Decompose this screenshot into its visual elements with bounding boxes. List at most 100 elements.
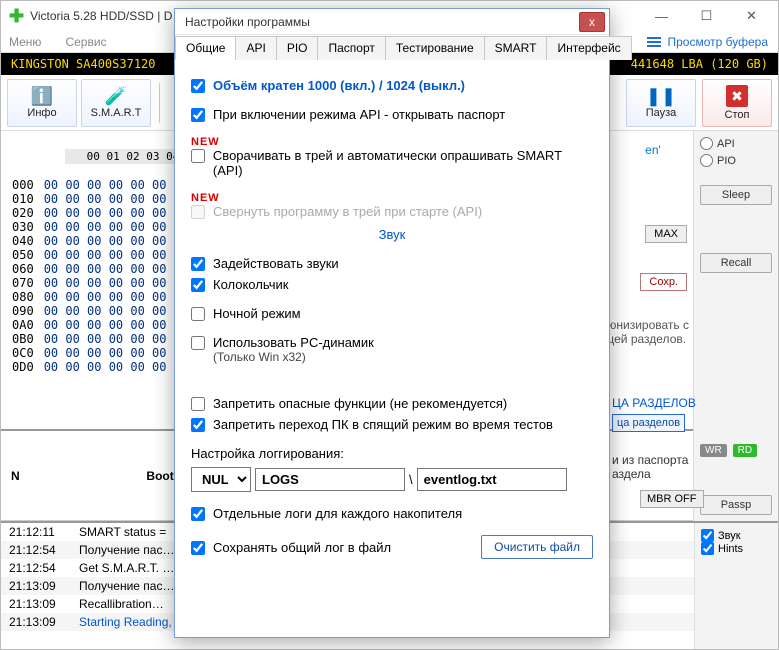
cb-forbid-danger-input[interactable] <box>191 397 205 411</box>
sliver-en: en' <box>612 143 694 157</box>
smart-icon: 🧪 <box>105 87 127 105</box>
radio-pio-label: PIO <box>717 155 736 167</box>
device-name: KINGSTON SA400S37120 <box>11 57 156 71</box>
hex-offset: 060 <box>7 262 39 276</box>
logging-row: NUL \ <box>191 467 593 492</box>
log-time: 21:13:09 <box>1 613 71 631</box>
cb-pcspk[interactable]: Использовать PC-динамик <box>191 335 593 350</box>
hex-offset: 030 <box>7 220 39 234</box>
dialog-titlebar: Настройки программы x <box>175 9 609 35</box>
tab-passport[interactable]: Паспорт <box>317 36 385 60</box>
right-sidebar: API PIO Sleep Recall WR RD Passp <box>694 131 778 521</box>
cb-forbid-sleep-label: Запретить переход ПК в спящий режим во в… <box>213 417 553 432</box>
toolbar-smart-button[interactable]: 🧪 S.M.A.R.T <box>81 79 151 127</box>
hex-row: 09000 00 00 00 00 00 <box>7 304 172 318</box>
radio-api[interactable]: API <box>700 137 772 150</box>
minimize-button[interactable]: — <box>639 2 684 30</box>
cb-pcspk-group: Использовать PC-динамик (Только Win x32) <box>191 335 593 364</box>
wr-badge: WR <box>700 444 727 457</box>
clear-file-button[interactable]: Очистить файл <box>481 535 593 559</box>
hex-row: 01000 00 00 00 00 00 <box>7 192 172 206</box>
close-button[interactable]: ✕ <box>729 2 774 30</box>
sliver-en-text: en' <box>612 143 694 157</box>
col-n[interactable]: N <box>1 431 136 521</box>
cb-forbid-sleep[interactable]: Запретить переход ПК в спящий режим во в… <box>191 417 593 432</box>
cb-tray-start-input <box>191 205 205 219</box>
cb-hints-input[interactable] <box>701 542 714 555</box>
cb-sound-input[interactable] <box>701 529 714 542</box>
new-tag-2: NEW <box>191 192 593 204</box>
hex-bytes: 00 00 00 00 00 00 <box>39 262 172 276</box>
sliver-passport-2: аздела <box>612 467 688 481</box>
menu-item-view-buffer[interactable]: Просмотр буфера <box>647 35 768 49</box>
hex-offset: 090 <box>7 304 39 318</box>
hex-bytes: 00 00 00 00 00 00 <box>39 192 172 206</box>
log-side: Звук Hints <box>694 523 778 649</box>
tab-api[interactable]: API <box>235 36 276 60</box>
cb-forbid-sleep-input[interactable] <box>191 418 205 432</box>
dialog-body: Объём кратен 1000 (вкл.) / 1024 (выкл.) … <box>175 60 609 637</box>
hex-bytes: 00 00 00 00 00 00 <box>39 332 172 346</box>
tab-interface[interactable]: Интерфейс <box>546 36 631 60</box>
cb-tray-smart[interactable]: Сворачивать в трей и автоматически опраш… <box>191 148 593 178</box>
cb-pcspk-input[interactable] <box>191 336 205 350</box>
info-icon: ℹ️ <box>31 87 53 105</box>
hex-offset: 080 <box>7 290 39 304</box>
toolbar-separator <box>159 83 160 123</box>
toolbar-stop-button[interactable]: ✖ Стоп <box>702 79 772 127</box>
cb-pcspk-sub: (Только Win x32) <box>213 350 593 364</box>
log-time: 21:13:09 <box>1 577 71 595</box>
cb-tray-start-label: Свернуть программу в трей при старте (AP… <box>213 204 482 219</box>
hex-offset: 0D0 <box>7 360 39 374</box>
cb-volume-1000-input[interactable] <box>191 79 205 93</box>
log-file-input[interactable] <box>417 468 567 491</box>
cb-night-mode[interactable]: Ночной режим <box>191 306 593 321</box>
hex-row: 0B000 00 00 00 00 00 <box>7 332 172 346</box>
cb-forbid-danger[interactable]: Запретить опасные функции (не рекомендуе… <box>191 396 593 411</box>
tab-testing[interactable]: Тестирование <box>385 36 485 60</box>
log-time: 21:12:54 <box>1 559 71 577</box>
cb-open-passport-input[interactable] <box>191 108 205 122</box>
sound-heading: Звук <box>191 227 593 242</box>
cb-save-common[interactable]: Сохранять общий лог в файл <box>191 540 391 555</box>
cb-hints-label: Hints <box>718 543 743 555</box>
radio-api-input[interactable] <box>700 137 713 150</box>
tab-general[interactable]: Общие <box>175 36 236 60</box>
mbr-off-button[interactable]: MBR OFF <box>640 490 704 508</box>
radio-api-label: API <box>717 138 735 150</box>
maximize-button[interactable]: ☐ <box>684 2 729 30</box>
toolbar-pause-button[interactable]: ❚❚ Пауза <box>626 79 696 127</box>
recall-button[interactable]: Recall <box>700 253 772 273</box>
cb-open-passport[interactable]: При включении режима API - открывать пас… <box>191 107 593 122</box>
dialog-title: Настройки программы <box>185 15 579 29</box>
menu-item-service[interactable]: Сервис <box>65 35 106 49</box>
log-target-select[interactable]: NUL <box>191 467 251 492</box>
cb-tray-smart-input[interactable] <box>191 149 205 163</box>
cb-enable-sounds-input[interactable] <box>191 257 205 271</box>
cb-save-common-input[interactable] <box>191 541 205 555</box>
cb-separate-logs-input[interactable] <box>191 507 205 521</box>
toolbar-info-button[interactable]: ℹ️ Инфо <box>7 79 77 127</box>
cb-volume-1000[interactable]: Объём кратен 1000 (вкл.) / 1024 (выкл.) <box>191 78 593 93</box>
cb-bell[interactable]: Колокольчик <box>191 277 593 292</box>
toolbar-pause-label: Пауза <box>646 107 677 119</box>
max-button[interactable]: MAX <box>645 225 687 243</box>
cb-sound[interactable]: Звук <box>701 529 772 542</box>
sliver-partition-button[interactable]: ца разделов <box>612 414 685 432</box>
passp-button[interactable]: Passp <box>700 495 772 515</box>
cb-bell-input[interactable] <box>191 278 205 292</box>
hex-offset: 070 <box>7 276 39 290</box>
menu-item-menu[interactable]: Меню <box>9 35 41 49</box>
log-dir-input[interactable] <box>255 468 405 491</box>
cb-night-mode-input[interactable] <box>191 307 205 321</box>
tab-pio[interactable]: PIO <box>276 36 319 60</box>
cb-enable-sounds[interactable]: Задействовать звуки <box>191 256 593 271</box>
cb-hints[interactable]: Hints <box>701 542 772 555</box>
radio-pio[interactable]: PIO <box>700 154 772 167</box>
radio-pio-input[interactable] <box>700 154 713 167</box>
cb-separate-logs[interactable]: Отдельные логи для каждого накопителя <box>191 506 593 521</box>
dialog-close-button[interactable]: x <box>579 12 605 32</box>
tab-smart[interactable]: SMART <box>484 36 548 60</box>
sleep-button[interactable]: Sleep <box>700 185 772 205</box>
save-button-sliver[interactable]: Сохр. <box>640 273 687 291</box>
